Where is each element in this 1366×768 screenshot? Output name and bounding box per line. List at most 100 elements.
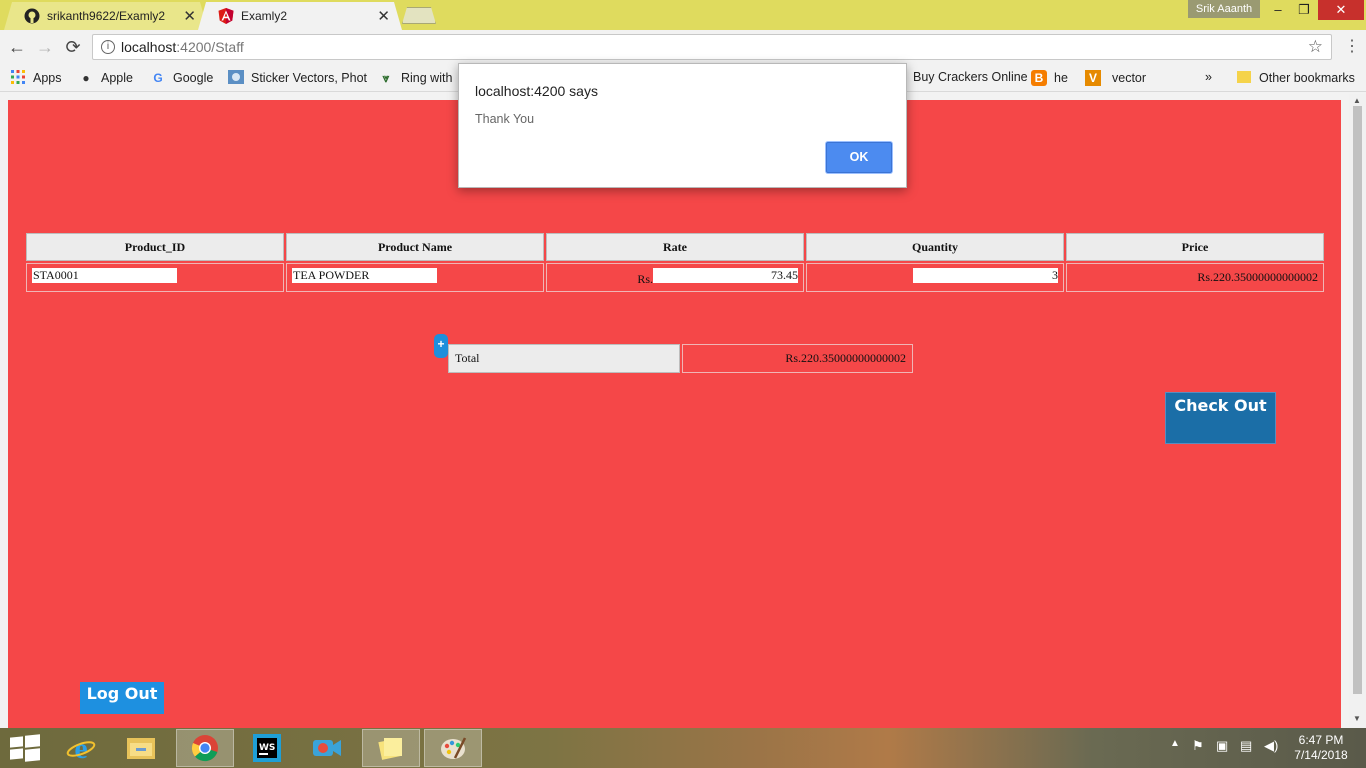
minimize-button[interactable]: – — [1264, 0, 1292, 20]
svg-text:e: e — [74, 733, 87, 763]
scroll-up-icon[interactable]: ▲ — [1353, 96, 1361, 105]
tab-title: Examly2 — [241, 9, 288, 23]
window-close-button[interactable]: ✕ — [1318, 0, 1364, 20]
video-icon[interactable] — [298, 729, 356, 767]
chrome-icon[interactable] — [176, 729, 234, 767]
flag-icon[interactable]: ⚑ — [1192, 738, 1204, 754]
bookmark-label: Apps — [33, 71, 62, 85]
cell-product-id: STA0001 — [26, 263, 284, 292]
close-icon[interactable]: ✕ — [183, 7, 196, 25]
google-icon: G — [153, 71, 163, 85]
product-name-input[interactable]: TEA POWDER — [292, 268, 437, 283]
product-id-input[interactable]: STA0001 — [32, 268, 177, 283]
bookmark-label: Other bookmarks — [1259, 71, 1355, 85]
product-table: Product_ID Product Name Rate Quantity Pr… — [24, 231, 1326, 294]
bookmark-ring-with[interactable]: ⩔ Ring with — [378, 70, 453, 86]
dialog-title: localhost:4200 says — [475, 83, 598, 99]
new-tab-button[interactable] — [402, 7, 436, 24]
internet-explorer-icon[interactable]: e — [52, 729, 110, 767]
close-icon[interactable]: ✕ — [377, 7, 390, 25]
header-price: Price — [1066, 233, 1324, 261]
forward-button[interactable]: → — [34, 36, 56, 58]
angular-icon — [218, 8, 234, 24]
windows-start-icon[interactable] — [10, 734, 40, 762]
maximize-button[interactable]: ❐ — [1290, 0, 1318, 20]
profile-button[interactable]: Srik Aaanth — [1188, 0, 1260, 18]
volume-icon[interactable]: ◀) — [1264, 738, 1278, 754]
header-product-id: Product_ID — [26, 233, 284, 261]
rate-input[interactable]: 73.45 — [653, 268, 798, 283]
url-path: :4200/Staff — [176, 39, 244, 55]
svg-text:WS: WS — [259, 743, 275, 753]
bookmark-label: Buy Crackers Online — [913, 70, 1028, 84]
webstorm-icon[interactable]: WS — [238, 729, 296, 767]
cell-quantity: 3 — [806, 263, 1064, 292]
apple-icon: ● — [82, 71, 90, 85]
bookmark-vector[interactable]: V vector — [1085, 70, 1146, 86]
page-content: Product_ID Product Name Rate Quantity Pr… — [8, 100, 1341, 728]
sticky-notes-icon[interactable] — [362, 729, 420, 767]
security-icon[interactable]: ▣ — [1216, 738, 1228, 754]
bookmark-label: he — [1054, 71, 1068, 85]
clock-date: 7/14/2018 — [1294, 748, 1348, 762]
bookmark-sticker-vectors[interactable]: Sticker Vectors, Phot — [228, 70, 367, 86]
dialog-message: Thank You — [475, 112, 535, 126]
tray-expand-icon[interactable]: ▲ — [1170, 738, 1180, 749]
dialog-ok-button[interactable]: OK — [826, 142, 892, 173]
github-icon — [24, 8, 40, 24]
bookmark-buy-crackers[interactable]: Buy Crackers Online — [913, 70, 1028, 84]
alert-dialog: localhost:4200 says Thank You OK — [458, 63, 907, 188]
logout-button[interactable]: Log Out — [80, 682, 164, 714]
bookmark-label: Sticker Vectors, Phot — [251, 71, 368, 85]
blogger-icon: B — [1031, 70, 1047, 86]
bookmark-he[interactable]: B he — [1031, 70, 1068, 86]
scroll-down-icon[interactable]: ▼ — [1353, 714, 1361, 723]
bookmark-other[interactable]: Other bookmarks — [1236, 70, 1355, 86]
browser-menu-icon[interactable]: ⋮ — [1344, 36, 1360, 56]
tab-title: srikanth9622/Examly2 — [47, 9, 166, 23]
cell-rate: Rs. 73.45 — [546, 263, 804, 292]
scrollbar-thumb[interactable] — [1353, 106, 1362, 694]
header-rate: Rate — [546, 233, 804, 261]
clock-time: 6:47 PM — [1298, 733, 1344, 747]
table-row: STA0001 TEA POWDER Rs. 73.45 3 Rs.220.350… — [26, 263, 1324, 292]
bookmark-label: Ring with — [401, 71, 453, 85]
browser-title-bar: srikanth9622/Examly2 ✕ Examly2 ✕ Srik Aa… — [0, 0, 1366, 30]
total-label: Total — [448, 344, 680, 373]
bookmark-label: Google — [173, 71, 214, 85]
network-icon[interactable]: ▤ — [1240, 738, 1252, 754]
windows-taskbar: e WS ▲ ⚑ ▣ ▤ ◀) 6:47 PM 7/14/2018 — [0, 728, 1366, 768]
info-icon[interactable]: i — [101, 40, 115, 54]
bookmark-star-icon[interactable]: ☆ — [1308, 37, 1323, 57]
address-bar[interactable]: i localhost:4200/Staff ☆ — [92, 34, 1332, 60]
quantity-input[interactable]: 3 — [913, 268, 1058, 283]
bookmark-google[interactable]: G Google — [150, 70, 213, 86]
url-host: localhost — [121, 39, 177, 55]
back-button[interactable]: ← — [6, 36, 28, 58]
rate-prefix: Rs. — [637, 272, 653, 286]
page-scrollbar[interactable]: ▲ ▼ — [1349, 94, 1366, 728]
paint-icon[interactable] — [424, 729, 482, 767]
bookmarks-overflow-button[interactable]: » — [1205, 70, 1212, 84]
apps-grid-icon — [10, 70, 26, 86]
v-icon: V — [1085, 70, 1101, 86]
checkout-button[interactable]: Check Out — [1165, 392, 1276, 444]
bookmark-label: vector — [1112, 71, 1147, 85]
taskbar-clock[interactable]: 6:47 PM 7/14/2018 — [1288, 733, 1354, 763]
tab-github[interactable]: srikanth9622/Examly2 ✕ — [4, 2, 208, 30]
reload-button[interactable]: ⟳ — [62, 36, 84, 58]
bookmark-label: Apple — [101, 71, 133, 85]
file-explorer-icon[interactable] — [112, 729, 170, 767]
header-product-name: Product Name — [286, 233, 544, 261]
table-header-row: Product_ID Product Name Rate Quantity Pr… — [26, 233, 1324, 261]
browser-toolbar: ← → ⟳ i localhost:4200/Staff ☆ — [0, 30, 1366, 64]
bookmark-apps[interactable]: Apps — [10, 70, 62, 86]
tab-examly2[interactable]: Examly2 ✕ — [198, 2, 402, 30]
cell-price: Rs.220.35000000000002 — [1066, 263, 1324, 292]
bookmark-apple[interactable]: ● Apple — [78, 70, 133, 86]
vector-v-icon: ⩔ — [382, 71, 390, 85]
add-row-button[interactable]: + — [434, 334, 448, 358]
image-icon — [228, 70, 244, 86]
total-value: Rs.220.35000000000002 — [682, 344, 913, 373]
folder-icon — [1236, 70, 1252, 86]
